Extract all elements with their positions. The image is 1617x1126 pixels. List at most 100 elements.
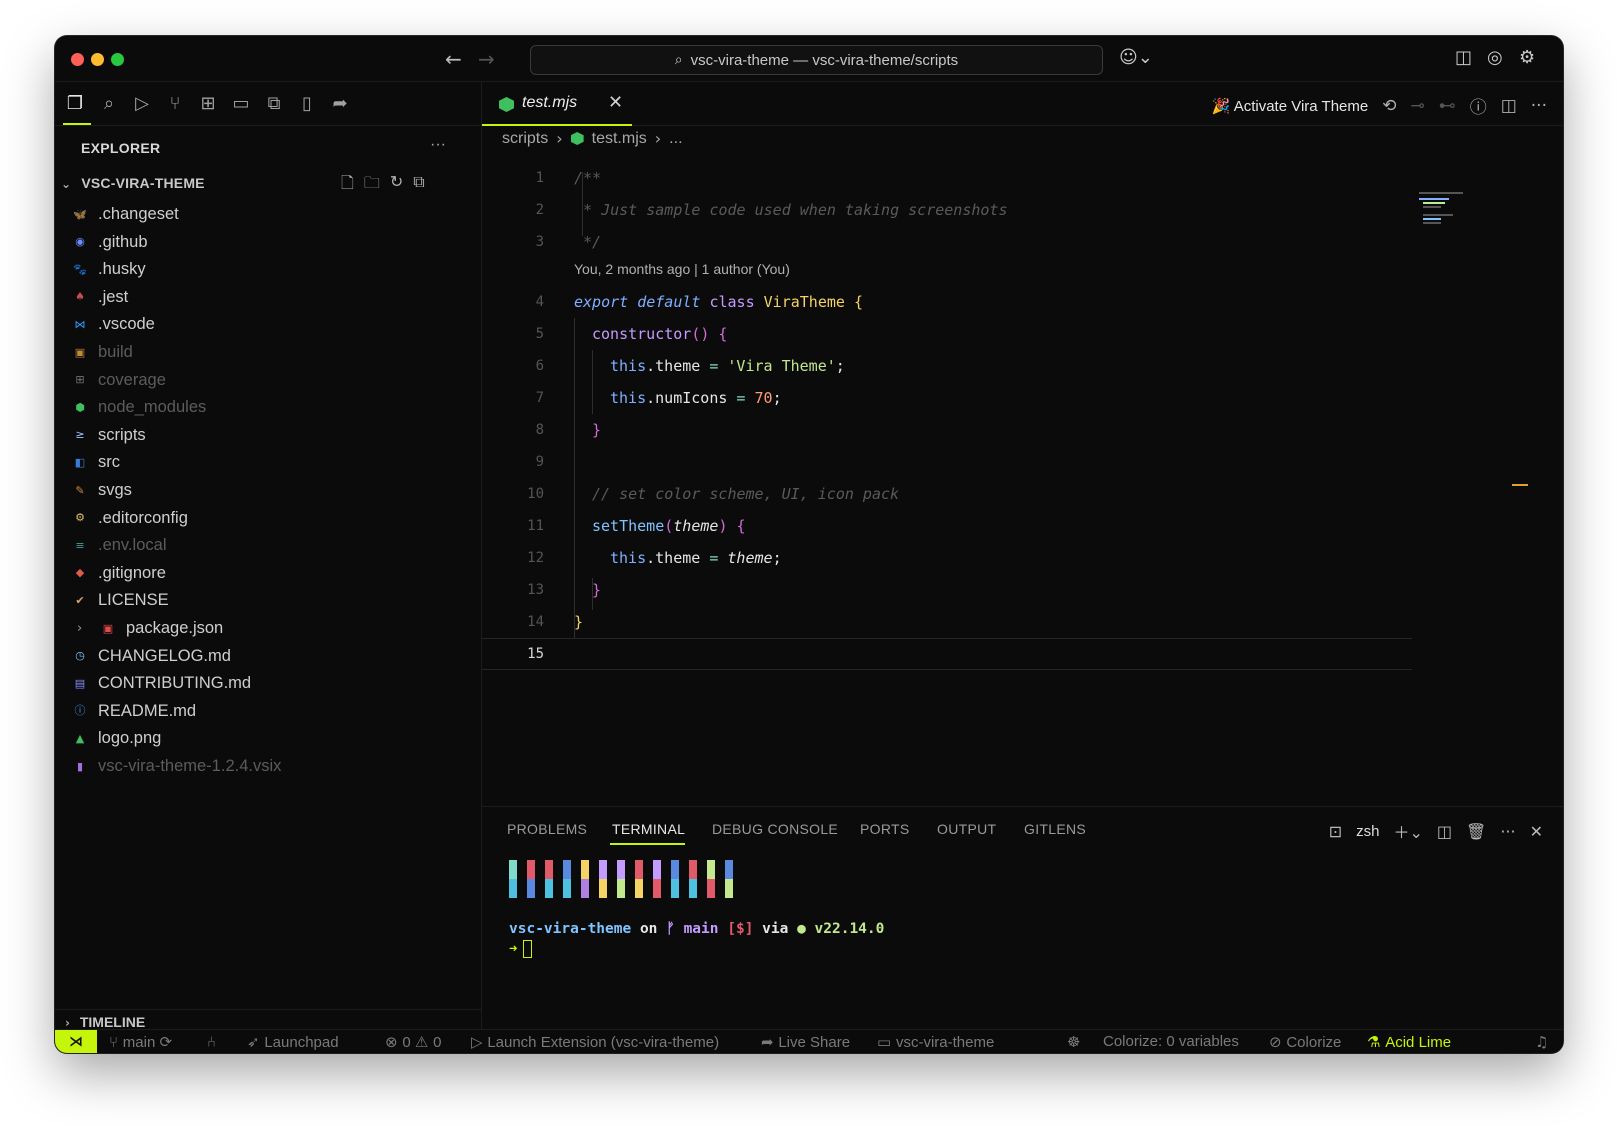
swatch-top — [635, 860, 643, 879]
tree-item[interactable]: ✔ LICENSE — [55, 587, 482, 614]
tab-problems[interactable]: PROBLEMS — [507, 821, 587, 837]
new-terminal-icon[interactable]: ＋⌄ — [1393, 819, 1422, 843]
tree-item[interactable]: ♠ .jest — [55, 284, 482, 311]
branch-status[interactable]: ⑂ main ⟳ — [109, 1033, 172, 1051]
tree-item[interactable]: ◉ .github — [55, 229, 482, 256]
live-share-status[interactable]: ➦ Live Share — [761, 1033, 850, 1051]
tree-item[interactable]: › ▣ package.json — [55, 615, 482, 642]
swatch-top — [725, 860, 733, 879]
tree-item[interactable]: 🦋 .changeset — [55, 201, 482, 228]
collapse-all-icon[interactable]: ⧉ — [413, 172, 424, 199]
split-terminal-icon[interactable]: ◫ — [1437, 822, 1452, 841]
open-changes-icon[interactable]: ⟲ — [1382, 96, 1396, 116]
breadcrumb-more[interactable]: ... — [669, 130, 682, 148]
run-debug-icon[interactable]: ▷ — [130, 92, 154, 116]
gitlens-inspect-icon[interactable]: ⓘ — [1470, 93, 1487, 118]
tree-item[interactable]: ▣ build — [55, 339, 482, 366]
previous-change-icon[interactable]: ⊸ — [1410, 96, 1424, 116]
new-file-icon[interactable]: 🗋 — [341, 172, 354, 199]
minimize-window-button[interactable] — [91, 53, 104, 66]
tree-item[interactable]: ⬢ node_modules — [55, 394, 482, 421]
problems-status[interactable]: ⊗ 0 ⚠ 0 — [385, 1033, 441, 1051]
next-change-icon[interactable]: ⊷ — [1439, 96, 1456, 116]
command-center[interactable]: ⌕ vsc-vira-theme — vsc-vira-theme/script… — [530, 45, 1103, 75]
more-actions-icon[interactable]: ··· — [1531, 96, 1547, 116]
close-icon[interactable]: ✕ — [608, 92, 623, 113]
tree-item[interactable]: ≡ .env.local — [55, 532, 482, 559]
tree-item[interactable]: ▮ vsc-vira-theme-1.2.4.vsix — [55, 753, 482, 780]
timeline-section[interactable]: › TIMELINE — [55, 1009, 482, 1030]
launch-extension-status[interactable]: ▷ Launch Extension (vsc-vira-theme) — [471, 1033, 719, 1051]
more-actions-icon[interactable]: ··· — [1500, 822, 1515, 841]
layout-icon[interactable]: ◫ — [1455, 47, 1472, 68]
prompt-status: [$] — [718, 921, 754, 937]
live-share-label: Live Share — [778, 1034, 851, 1051]
workspace-folder-header[interactable]: ⌄ VSC-VIRA-THEME — [61, 175, 205, 191]
copilot-status-icon[interactable]: ☸ — [1067, 1033, 1080, 1051]
tree-item[interactable]: ▤ CONTRIBUTING.md — [55, 670, 482, 697]
code-text: // set color scheme, UI, icon pack — [592, 485, 900, 503]
tree-item[interactable]: ◆ .gitignore — [55, 560, 482, 587]
split-editor-icon[interactable]: ◫ — [1501, 96, 1517, 116]
tab-test-mjs[interactable]: test.mjs ✕ — [482, 82, 632, 126]
extensions-icon[interactable]: ⊞ — [196, 92, 220, 116]
notes-icon[interactable]: ▯ — [295, 92, 319, 116]
chevron-right-icon[interactable]: › — [77, 621, 82, 636]
more-actions-icon[interactable]: ··· — [430, 136, 446, 154]
trash-icon[interactable]: 🗑 — [1466, 822, 1486, 841]
breadcrumb-folder[interactable]: scripts — [502, 130, 548, 148]
tree-item[interactable]: ◧ src — [55, 449, 482, 476]
tree-item[interactable]: ▲ logo.png — [55, 725, 482, 752]
launchpad-status[interactable]: ➶ Launchpad — [247, 1033, 339, 1051]
search-icon: ⌕ — [674, 52, 683, 68]
remote-explorer-icon[interactable]: ▭ — [229, 92, 253, 116]
tree-item[interactable]: ⊞ coverage — [55, 367, 482, 394]
tree-item[interactable]: ✎ svgs — [55, 477, 482, 504]
account-icon[interactable]: ◎ — [1487, 47, 1503, 68]
tab-debug-console[interactable]: DEBUG CONSOLE — [712, 821, 838, 837]
remote-indicator-icon[interactable]: ⋊ — [55, 1030, 97, 1053]
copilot-icon[interactable]: ☺⌄ — [1119, 47, 1153, 68]
shell-label[interactable]: zsh — [1356, 823, 1379, 840]
gitlens-icon[interactable]: ⧉ — [262, 92, 286, 116]
folder-jest-icon: ♠ — [75, 290, 85, 304]
code-line: 9 — [482, 446, 1412, 478]
gear-icon[interactable]: ⚙ — [1519, 47, 1535, 68]
tree-item[interactable]: ◷ CHANGELOG.md — [55, 643, 482, 670]
blame-annotation[interactable]: You, 2 months ago | 1 author (You) — [482, 256, 1412, 282]
tab-terminal[interactable]: TERMINAL — [612, 821, 685, 837]
terminal-input-line[interactable]: ➜ — [509, 940, 533, 958]
forward-arrow-icon[interactable]: → — [478, 47, 495, 71]
workspace-status[interactable]: ▭ vsc-vira-theme — [877, 1033, 994, 1051]
tree-item-label: LICENSE — [98, 591, 169, 610]
live-share-icon[interactable]: ➦ — [328, 92, 352, 116]
refresh-icon[interactable]: ↻ — [390, 172, 403, 199]
minimap[interactable] — [1419, 192, 1479, 232]
source-control-icon[interactable]: ⑂ — [163, 92, 187, 116]
activate-theme-button[interactable]: 🎉 Activate Vira Theme — [1212, 97, 1369, 115]
swatch-top — [599, 860, 607, 879]
tab-ports[interactable]: PORTS — [860, 821, 909, 837]
maximize-window-button[interactable] — [111, 53, 124, 66]
search-view-icon[interactable]: ⌕ — [97, 92, 121, 116]
close-panel-icon[interactable]: ✕ — [1530, 822, 1543, 841]
colorize-status[interactable]: ⊘ Colorize — [1269, 1033, 1341, 1051]
explorer-icon[interactable]: ❐ — [63, 92, 87, 116]
tree-item[interactable]: ⚙ .editorconfig — [55, 505, 482, 532]
line-number: 12 — [527, 550, 544, 566]
tree-item[interactable]: ⋈ .vscode — [55, 311, 482, 338]
tree-item[interactable]: ⓘ README.md — [55, 698, 482, 725]
back-arrow-icon[interactable]: ← — [445, 47, 462, 71]
pull-request-icon[interactable]: ⑃ — [207, 1033, 216, 1051]
notifications-bell-icon[interactable]: ♫ — [1535, 1033, 1548, 1051]
tree-item[interactable]: 🐾 .husky — [55, 256, 482, 283]
close-window-button[interactable] — [71, 53, 84, 66]
tab-output[interactable]: OUTPUT — [937, 821, 996, 837]
colorize-variables-status[interactable]: Colorize: 0 variables — [1103, 1033, 1239, 1050]
breadcrumb-file[interactable]: test.mjs — [592, 130, 647, 148]
new-folder-icon[interactable]: 🗀 — [364, 172, 380, 199]
theme-status[interactable]: ⚗ Acid Lime — [1367, 1033, 1451, 1051]
tab-gitlens[interactable]: GITLENS — [1024, 821, 1086, 837]
parameter-token: theme — [673, 517, 719, 535]
tree-item[interactable]: ≥ scripts — [55, 422, 482, 449]
